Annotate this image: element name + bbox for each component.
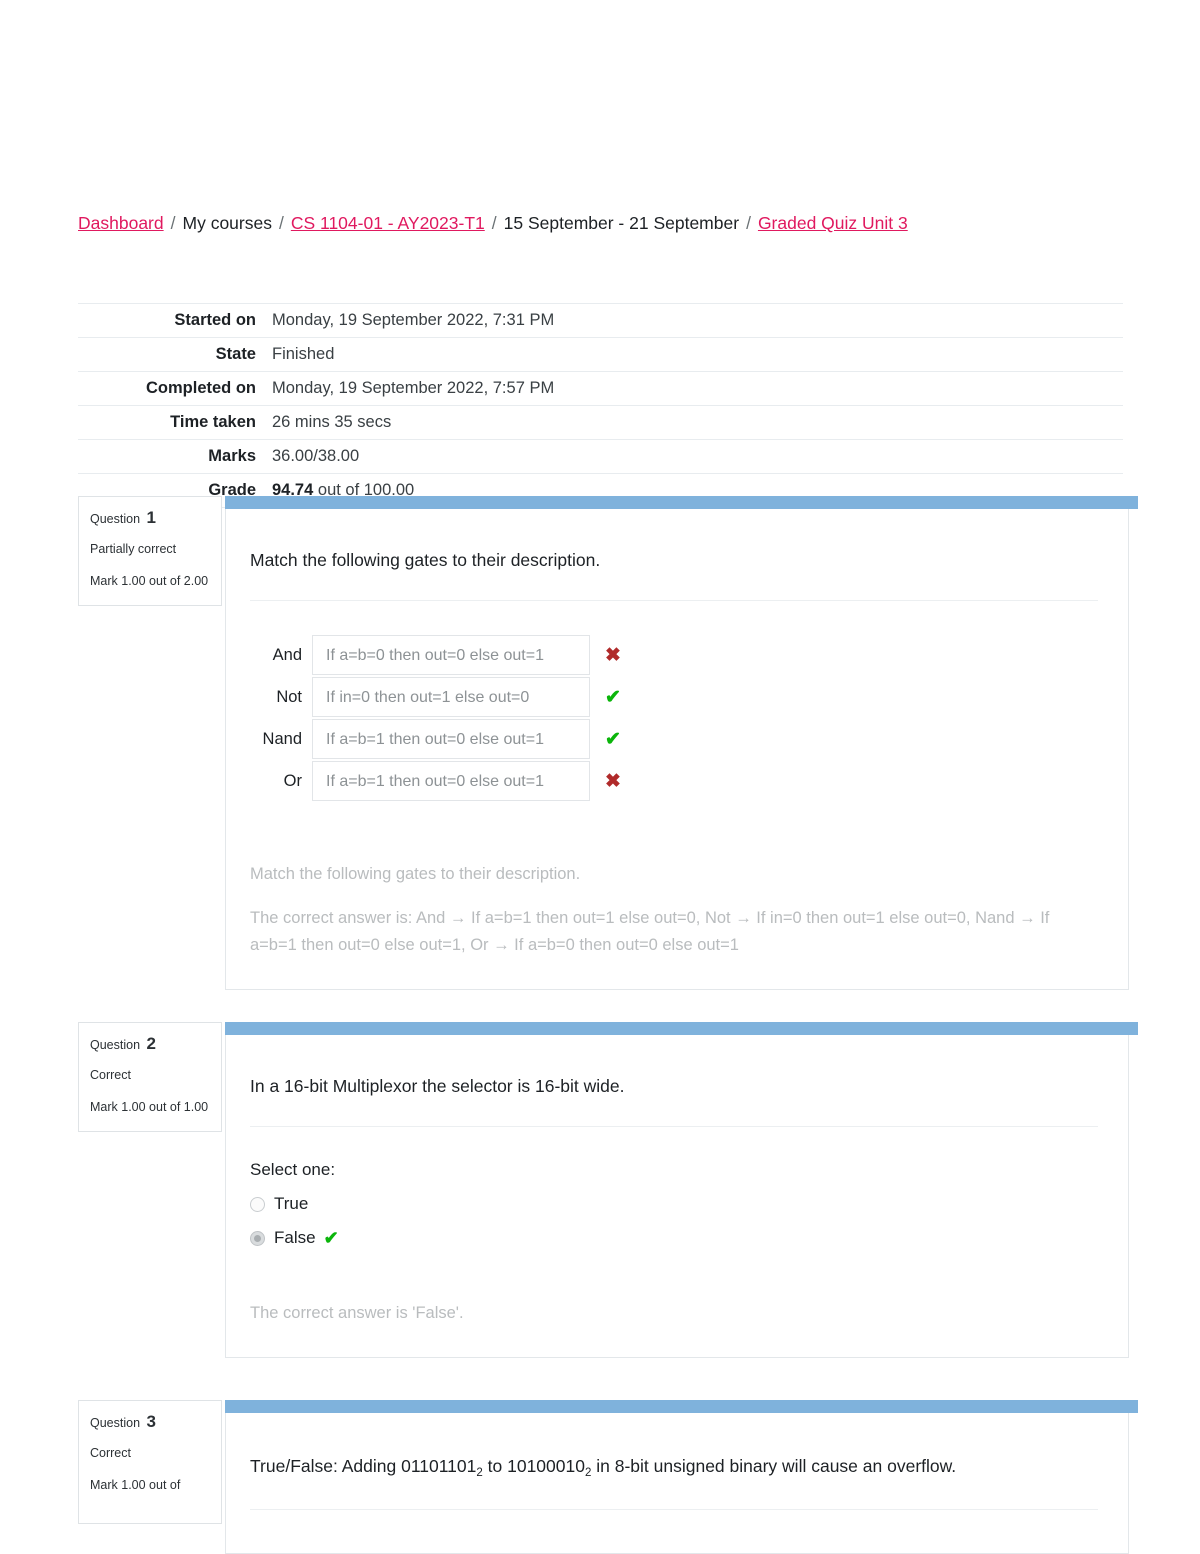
summary-value-completed-on: Monday, 19 September 2022, 7:57 PM [272,379,555,397]
wrong-icon: ✖ [605,770,621,792]
stem-part: in 8-bit unsigned binary will cause an o… [591,1456,957,1476]
question-mark-2: Mark 1.00 out of 1.00 [90,1100,209,1114]
summary-label-started-on: Started on [174,311,256,329]
question-accent-bar [225,496,1138,509]
matching-select-or[interactable]: If a=b=1 then out=0 else out=1 [312,761,590,801]
question-number-value: 3 [146,1412,156,1431]
stem-subscript: 2 [476,1467,483,1479]
table-row: Time taken 26 mins 35 secs [78,406,1123,440]
answer-option-true[interactable]: True [250,1194,1098,1214]
summary-value-time-taken: 26 mins 35 secs [272,413,392,431]
question-info-panel-2: Question 2 Correct Mark 1.00 out of 1.00 [78,1022,222,1132]
question-number-label: Question [90,1038,141,1052]
question-accent-bar [225,1400,1138,1413]
question-stem-1: Match the following gates to their descr… [250,550,601,570]
question-state-1: Partially correct [90,542,177,556]
question-number-label: Question [90,1416,141,1430]
answer-option-false[interactable]: False ✔ [250,1228,1098,1248]
question-body-3: True/False: Adding 011011012 to 10100010… [225,1413,1129,1554]
table-row: Marks 36.00/38.00 [78,440,1123,474]
stem-part: True/False: Adding 01101101 [250,1456,477,1476]
matching-row-or: Or If a=b=1 then out=0 else out=1 ✖ [250,761,1098,801]
question-number-1: Question 1 [90,509,210,528]
question-feedback-2: The correct answer is 'False'. [250,1300,1098,1327]
matching-label-nand: Nand [262,729,302,748]
answer-label-true: True [274,1194,309,1213]
breadcrumb-separator: / [170,213,176,233]
question-mark-1: Mark 1.00 out of 2.00 [90,574,209,588]
breadcrumb-separator: / [746,213,751,233]
question-body-2: In a 16-bit Multiplexor the selector is … [225,1035,1129,1358]
question-state-2: Correct [90,1068,131,1082]
question-number-3: Question 3 [90,1413,210,1432]
feedback-title-1: Match the following gates to their descr… [250,865,581,883]
feedback-answer-2: The correct answer is 'False'. [250,1304,464,1322]
summary-label-state: State [215,345,256,363]
breadcrumb-separator: / [491,213,497,233]
summary-label-time-taken: Time taken [170,413,256,431]
table-row: Started on Monday, 19 September 2022, 7:… [78,303,1123,338]
question-number-2: Question 2 [90,1035,210,1054]
table-row: State Finished [78,338,1123,372]
question-mark-3: Mark 1.00 out of [90,1478,181,1492]
summary-value-state: Finished [272,345,335,363]
breadcrumb-item-my-courses: My courses [182,213,272,233]
question-info-panel-1: Question 1 Partially correct Mark 1.00 o… [78,496,222,606]
feedback-answer-1: The correct answer is: And → If a=b=1 th… [250,909,1050,954]
stem-part: to 10100010 [482,1456,585,1476]
question-stem-3: True/False: Adding 011011012 to 10100010… [250,1453,1098,1482]
matching-select-nand[interactable]: If a=b=1 then out=0 else out=1 [312,719,590,759]
question-body-1: Match the following gates to their descr… [225,509,1129,990]
question-number-value: 2 [146,1034,156,1053]
breadcrumb: Dashboard / My courses / CS 1104-01 - AY2023… [78,210,1138,236]
summary-value-marks: 36.00/38.00 [272,447,360,465]
question-number-label: Question [90,512,141,526]
summary-label-completed-on: Completed on [146,379,256,397]
answer-label-false: False [274,1228,316,1247]
summary-label-marks: Marks [208,447,256,465]
quiz-review-page: Dashboard / My courses / CS 1104-01 - AY2023… [0,0,1200,1554]
correct-icon: ✔ [605,728,621,750]
matching-label-or: Or [283,771,302,790]
correct-icon: ✔ [323,1228,339,1248]
stem-subscript: 2 [584,1467,592,1479]
breadcrumb-item-dashboard[interactable]: Dashboard [78,213,164,233]
breadcrumb-item-week: 15 September - 21 September [503,213,740,233]
select-one-prompt: Select one: [250,1160,336,1179]
matching-row-not: Not If in=0 then out=1 else out=0 ✔ [250,677,1098,717]
matching-label-and: And [272,645,302,664]
divider [250,1509,1098,1510]
breadcrumb-separator: / [278,213,284,233]
matching-row-nand: Nand If a=b=1 then out=0 else out=1 ✔ [250,719,1098,759]
question-info-panel-3: Question 3 Correct Mark 1.00 out of [78,1400,222,1524]
matching-label-not: Not [276,687,302,706]
correct-icon: ✔ [605,686,621,708]
breadcrumb-item-course[interactable]: CS 1104-01 - AY2023-T1 [291,213,485,233]
question-number-value: 1 [146,508,156,527]
wrong-icon: ✖ [605,644,621,666]
radio-button-true[interactable] [250,1196,265,1212]
matching-select-not[interactable]: If in=0 then out=1 else out=0 [312,677,590,717]
radio-button-false[interactable] [250,1230,265,1246]
summary-value-started-on: Monday, 19 September 2022, 7:31 PM [272,311,555,329]
question-state-3: Correct [90,1446,131,1460]
question-stem-2: In a 16-bit Multiplexor the selector is … [250,1076,625,1096]
question-accent-bar [225,1022,1138,1035]
matching-answer-list: And If a=b=0 then out=0 else out=1 ✖ Not… [250,635,1098,801]
breadcrumb-item-quiz[interactable]: Graded Quiz Unit 3 [758,213,908,233]
table-row: Completed on Monday, 19 September 2022, … [78,372,1123,406]
attempt-summary-table: Started on Monday, 19 September 2022, 7:… [78,303,1123,508]
matching-select-and[interactable]: If a=b=0 then out=0 else out=1 [312,635,590,675]
matching-row-and: And If a=b=0 then out=0 else out=1 ✖ [250,635,1098,675]
question-feedback-1: Match the following gates to their descr… [250,861,1098,959]
divider [250,1126,1098,1127]
divider [250,600,1098,601]
